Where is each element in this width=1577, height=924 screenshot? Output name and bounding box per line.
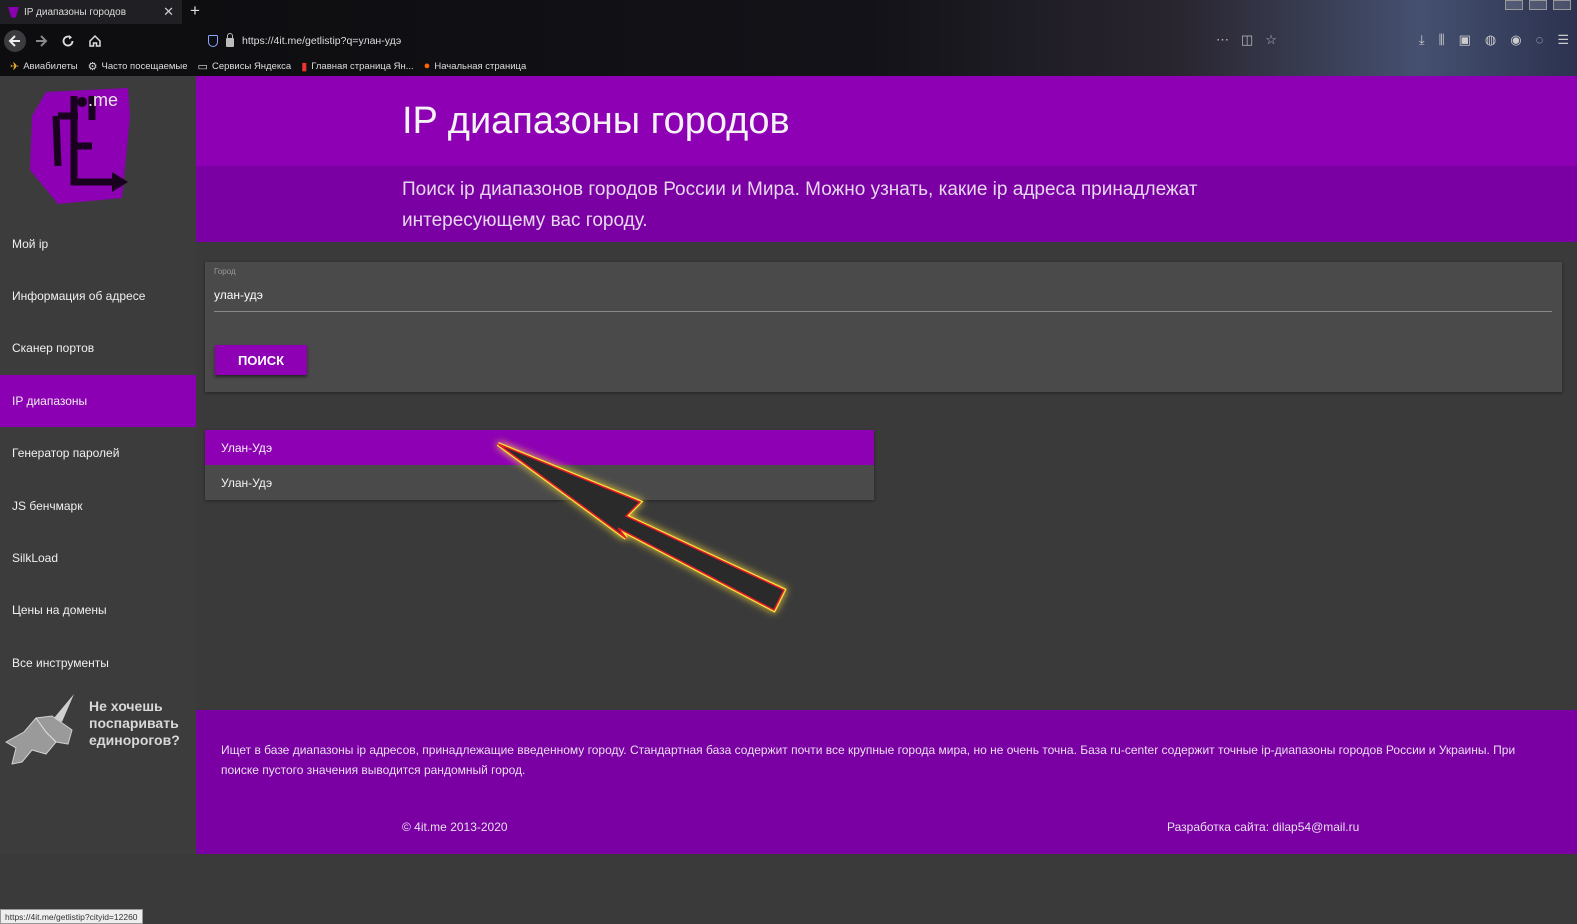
sidebar-item-port-scanner[interactable]: Сканер портов bbox=[0, 322, 196, 374]
bookmark-label: Начальная страница bbox=[434, 60, 527, 72]
sidebar-item-label: Мой ip bbox=[12, 237, 49, 251]
city-input[interactable]: улан-удэ bbox=[214, 284, 1552, 312]
yandex-icon: ▮ bbox=[301, 60, 308, 73]
menu-icon[interactable]: ☰ bbox=[1557, 32, 1569, 48]
folder-icon: ▭ bbox=[197, 60, 208, 73]
pocket-icon[interactable]: ◫ bbox=[1241, 32, 1253, 48]
result-label: Улан-Удэ bbox=[221, 475, 273, 490]
sidebar-item-label: Цены на домены bbox=[12, 603, 107, 617]
browser-status-url: https://4it.me/getlistip?cityid=12260 bbox=[0, 909, 143, 924]
sidebar: .me Мой ip Информация об адресе Сканер п… bbox=[0, 76, 196, 924]
home-button[interactable] bbox=[84, 30, 106, 52]
forward-arrow-icon bbox=[36, 35, 48, 47]
more-actions-icon[interactable]: ⋯ bbox=[1216, 32, 1229, 48]
sidebar-item-domain-prices[interactable]: Цены на домены bbox=[0, 584, 196, 636]
library-icon[interactable]: ⫼ bbox=[1439, 32, 1445, 48]
sidebar-item-label: Все инструменты bbox=[12, 656, 109, 670]
site-favicon-icon bbox=[8, 6, 19, 18]
search-button[interactable]: ПОИСК bbox=[215, 345, 307, 375]
sidebar-item-silkload[interactable]: SilkLoad bbox=[0, 532, 196, 584]
bookmark-item[interactable]: ▭ Сервисы Яндекса bbox=[198, 60, 292, 73]
toolbar-icons: ⤓ ⫼ ▣ ◍ ◉ ◌ ☰ bbox=[1419, 32, 1569, 48]
forward-button[interactable] bbox=[30, 30, 52, 52]
gear-icon: ⚙ bbox=[87, 60, 98, 73]
bookmark-label: Авиабилеты bbox=[23, 60, 78, 72]
minimize-button[interactable] bbox=[1505, 0, 1523, 10]
extension-2-icon[interactable]: ◉ bbox=[1510, 32, 1521, 48]
sidebar-item-label: Генератор паролей bbox=[12, 446, 120, 460]
close-window-button[interactable] bbox=[1553, 0, 1571, 10]
back-button[interactable] bbox=[4, 30, 26, 52]
bookmark-item[interactable]: ▮ Главная страница Ян... bbox=[301, 60, 413, 73]
sidebar-item-label: Информация об адресе bbox=[12, 289, 146, 303]
sidebar-toggle-icon[interactable]: ▣ bbox=[1459, 32, 1471, 48]
unicorn-promo[interactable]: Не хочешь поспаривать единорогов? bbox=[0, 692, 196, 782]
bookmark-item[interactable]: ✈ Авиабилеты bbox=[10, 60, 78, 73]
footer-developer[interactable]: Разработка сайта: dilap54@mail.ru bbox=[1167, 820, 1359, 834]
annotation-arrow-icon bbox=[496, 442, 787, 613]
reload-icon bbox=[62, 35, 74, 47]
bookmark-label: Часто посещаемые bbox=[101, 60, 188, 72]
page-actions: ⋯ ◫ ☆ bbox=[1216, 32, 1277, 48]
back-arrow-icon bbox=[8, 35, 20, 47]
sidebar-item-label: Сканер портов bbox=[12, 341, 95, 355]
promo-text[interactable]: Не хочешь поспаривать единорогов? bbox=[89, 698, 189, 749]
result-label: Улан-Удэ bbox=[221, 440, 273, 455]
page-header: IP диапазоны городов bbox=[196, 76, 1577, 166]
url-text[interactable]: https://4it.me/getlistip?q=улан-удэ bbox=[242, 35, 401, 47]
bookmarks-bar: ✈ Авиабилеты ⚙ Часто посещаемые ▭ Сервис… bbox=[0, 57, 1577, 75]
footer-copyright: © 4it.me 2013-2020 bbox=[402, 820, 508, 834]
logo-text: .me bbox=[88, 90, 118, 110]
tab-bar: IP диапазоны городов ✕ + bbox=[0, 0, 1577, 24]
close-tab-icon[interactable]: ✕ bbox=[163, 4, 174, 20]
firefox-icon: ● bbox=[423, 60, 431, 72]
sidebar-item-label: SilkLoad bbox=[12, 551, 59, 565]
bookmark-item[interactable]: ● Начальная страница bbox=[424, 60, 527, 72]
sidebar-item-js-benchmark[interactable]: JS бенчмарк bbox=[0, 480, 196, 532]
window-controls bbox=[1505, 0, 1571, 10]
sidebar-item-my-ip[interactable]: Мой ip bbox=[0, 218, 196, 270]
tab-title: IP диапазоны городов bbox=[24, 6, 127, 18]
page-title: IP диапазоны городов bbox=[402, 100, 790, 142]
new-tab-button[interactable]: + bbox=[190, 1, 200, 21]
bookmark-label: Главная страница Ян... bbox=[311, 60, 414, 72]
sidebar-item-all-tools[interactable]: Все инструменты bbox=[0, 637, 196, 689]
maximize-button[interactable] bbox=[1529, 0, 1547, 10]
extension-icon[interactable]: ◍ bbox=[1485, 32, 1496, 48]
home-icon bbox=[89, 34, 101, 47]
lock-icon[interactable] bbox=[226, 33, 234, 47]
page-description: Поиск ip диапазонов городов России и Мир… bbox=[402, 179, 1198, 231]
download-icon[interactable]: ⤓ bbox=[1419, 32, 1425, 48]
browser-tab[interactable]: IP диапазоны городов ✕ bbox=[0, 0, 182, 24]
address-bar[interactable]: https://4it.me/getlistip?q=улан-удэ bbox=[208, 32, 401, 50]
extension-3-icon[interactable]: ◌ bbox=[1536, 32, 1544, 48]
search-form: Город улан-удэ ПОИСК bbox=[205, 262, 1562, 392]
sidebar-item-address-info[interactable]: Информация об адресе bbox=[0, 270, 196, 322]
city-field-label: Город bbox=[214, 267, 236, 276]
sidebar-item-password-generator[interactable]: Генератор паролей bbox=[0, 427, 196, 479]
unicorn-icon bbox=[5, 694, 74, 765]
bookmark-item[interactable]: ⚙ Часто посещаемые bbox=[88, 60, 188, 73]
footer-description: Ищет в базе диапазоны ip адресов, принад… bbox=[221, 743, 1516, 777]
nav-bar: https://4it.me/getlistip?q=улан-удэ ⋯ ◫ … bbox=[0, 26, 1577, 56]
sidebar-item-label: IP диапазоны bbox=[12, 394, 88, 408]
bookmark-star-icon[interactable]: ☆ bbox=[1265, 32, 1277, 48]
browser-chrome: IP диапазоны городов ✕ + https://4it.me/… bbox=[0, 0, 1577, 76]
tracking-shield-icon[interactable] bbox=[208, 35, 218, 47]
site-logo[interactable]: .me bbox=[28, 86, 134, 204]
bookmark-label: Сервисы Яндекса bbox=[211, 60, 292, 72]
page-subheader: Поиск ip диапазонов городов России и Мир… bbox=[196, 166, 1577, 242]
sidebar-item-label: JS бенчмарк bbox=[12, 499, 83, 513]
page-footer: Ищет в базе диапазоны ip адресов, принад… bbox=[196, 710, 1577, 854]
reload-button[interactable] bbox=[57, 30, 79, 52]
plane-icon: ✈ bbox=[10, 60, 20, 73]
sidebar-item-ip-ranges[interactable]: IP диапазоны bbox=[0, 375, 196, 427]
